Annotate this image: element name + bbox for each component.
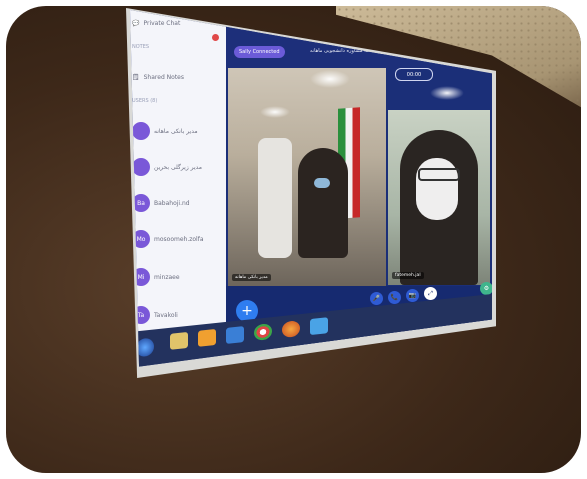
media-icon[interactable] bbox=[198, 328, 216, 347]
light-reflection bbox=[430, 86, 464, 100]
user-name: مدیر زیرگلی بحرین bbox=[154, 163, 202, 171]
meeting-topbar bbox=[226, 10, 492, 70]
recording-button[interactable]: 00:00 bbox=[395, 68, 433, 81]
microphone-icon[interactable]: 🎤 bbox=[370, 292, 383, 305]
avatar bbox=[132, 122, 150, 140]
unread-badge bbox=[212, 34, 219, 41]
screen-share-icon[interactable]: ⤢ bbox=[424, 287, 437, 300]
video-tile-right: fatemeh.jal bbox=[388, 110, 490, 285]
sidebar-item-shared-notes[interactable]: 🗒 Shared Notes bbox=[132, 74, 184, 81]
user-list-item[interactable]: Ta Tavakoli bbox=[132, 306, 178, 324]
sidebar-item-label: Private Chat bbox=[143, 20, 181, 27]
user-name: mosoomeh.zolfa bbox=[154, 235, 204, 243]
user-list-item[interactable]: مدیر زیرگلی بحرین bbox=[132, 158, 202, 176]
notes-icon: 🗒 bbox=[132, 74, 140, 81]
sidebar-item-label: Shared Notes bbox=[143, 74, 184, 81]
firefox-icon[interactable] bbox=[282, 320, 300, 339]
participant-figure bbox=[298, 148, 348, 258]
tv-display: 💬 Private Chat NOTES 🗒 Shared Notes USER… bbox=[0, 0, 587, 479]
browser-icon[interactable] bbox=[226, 326, 244, 344]
user-name: Babahoji.nd bbox=[154, 199, 190, 207]
section-notes: NOTES bbox=[132, 44, 150, 50]
video-tile-left: مدیر بانکی ماهانه bbox=[228, 68, 386, 286]
phone-icon[interactable]: 📞 bbox=[388, 291, 401, 304]
section-users: USERS (8) bbox=[132, 98, 158, 104]
user-name: مدیر بانکی ماهانه bbox=[154, 127, 198, 135]
chrome-icon[interactable] bbox=[254, 323, 272, 341]
light-reflection bbox=[310, 70, 350, 88]
tv-screen: 💬 Private Chat NOTES 🗒 Shared Notes USER… bbox=[130, 10, 492, 367]
user-list-item[interactable]: Ba Babahoji.nd bbox=[132, 194, 190, 212]
avatar: Ta bbox=[132, 306, 150, 324]
folder-icon[interactable] bbox=[170, 331, 188, 350]
user-list-item[interactable]: مدیر بانکی ماهانه bbox=[132, 122, 198, 140]
user-list-item[interactable]: Mo mosoomeh.zolfa bbox=[132, 230, 204, 248]
status-badge: Sally Connected bbox=[234, 46, 285, 58]
meeting-sidebar: 💬 Private Chat NOTES 🗒 Shared Notes USER… bbox=[130, 10, 226, 350]
chat-icon: 💬 bbox=[132, 20, 140, 27]
app-icon[interactable] bbox=[310, 317, 328, 336]
avatar bbox=[132, 158, 150, 176]
camera-icon[interactable]: 📷 bbox=[406, 289, 419, 302]
glasses bbox=[418, 168, 460, 181]
participant-name-tag: مدیر بانکی ماهانه bbox=[232, 274, 271, 281]
user-name: minzaee bbox=[154, 273, 180, 281]
sidebar-item-private-chat[interactable]: 💬 Private Chat bbox=[132, 20, 180, 27]
user-name: Tavakoli bbox=[154, 311, 178, 319]
face-mask bbox=[314, 178, 330, 188]
user-list-item[interactable]: Mi minzaee bbox=[132, 268, 180, 286]
light-reflection bbox=[260, 106, 290, 118]
chair bbox=[258, 138, 292, 258]
participant-name-tag: fatemeh.jal bbox=[392, 272, 424, 279]
